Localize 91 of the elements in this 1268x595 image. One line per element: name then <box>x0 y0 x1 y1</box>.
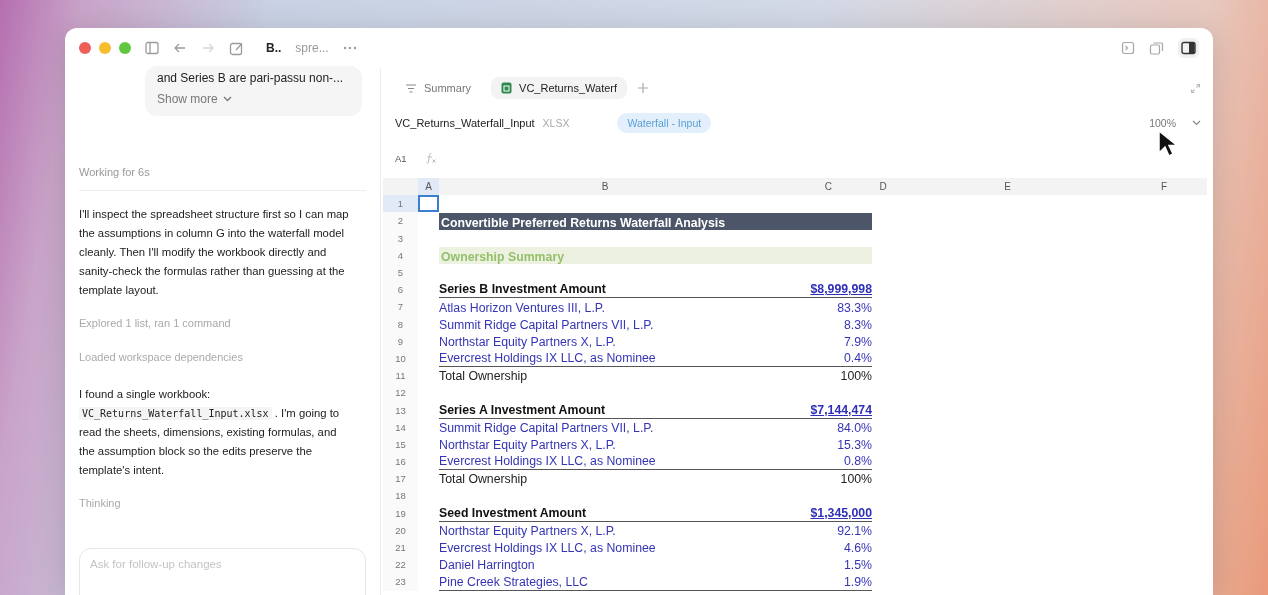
row-number[interactable]: 18 <box>383 487 418 505</box>
cell-reference: A1 <box>395 152 407 164</box>
chevron-down-icon <box>222 96 232 102</box>
sheet-tab[interactable]: VC_Returns_Waterf <box>491 77 628 99</box>
show-more-button[interactable]: Show more <box>157 92 232 106</box>
panel-icon <box>1181 41 1196 55</box>
file-name: VC_Returns_Waterfall_Input <box>395 117 535 129</box>
cursor-icon <box>1157 130 1177 158</box>
add-tab-icon[interactable] <box>637 82 650 94</box>
sheet-cell-text: 84.0% <box>836 419 872 436</box>
file-type: XLSX <box>542 117 570 129</box>
sheet-cell: 0.8% <box>771 453 872 471</box>
sheet-cell-text: Evercrest Holdings IX LLC, as Nominee <box>439 540 657 557</box>
sheet-cell: Pine Creek Strategies, LLC <box>439 573 771 591</box>
selected-cell[interactable] <box>418 195 439 213</box>
status-text: Loaded workspace dependencies <box>79 351 244 363</box>
window-title: B.. <box>266 41 282 55</box>
status-text: Thinking <box>79 497 122 509</box>
row-number[interactable]: 7 <box>383 298 418 316</box>
row-number[interactable]: 6 <box>383 281 418 299</box>
sheet-cell-text: Northstar Equity Partners X, L.P. <box>439 333 617 350</box>
row-number[interactable]: 23 <box>383 573 418 591</box>
back-arrow-icon[interactable] <box>173 41 187 55</box>
status-text: Working for 6s <box>79 166 366 191</box>
terminal-icon[interactable] <box>1121 41 1135 55</box>
minimize-button[interactable] <box>99 42 111 54</box>
expand-icon[interactable] <box>1190 82 1201 94</box>
sheet-cell-text: Summit Ridge Capital Partners VII, L.P. <box>439 419 655 436</box>
row-number[interactable]: 13 <box>383 401 418 419</box>
function-icon <box>424 152 436 164</box>
sheet-selector[interactable]: Waterfall - Input <box>617 113 712 133</box>
sheet-cell: Series B Investment Amount <box>439 281 771 299</box>
sheet-cell-text: 100% <box>839 368 872 385</box>
sidebar-icon[interactable] <box>145 41 159 55</box>
sheet-cell: Series A Investment Amount <box>439 401 771 419</box>
sheet-cell: Evercrest Holdings IX LLC, as Nominee <box>439 349 771 368</box>
sheet-cell: Ownership Summary <box>439 246 872 264</box>
zoom-level[interactable]: 100% <box>1149 117 1176 129</box>
forward-arrow-icon[interactable] <box>201 41 215 55</box>
more-icon[interactable] <box>342 46 357 50</box>
sheet-cell-text: Atlas Horizon Ventures III, L.P. <box>439 299 606 316</box>
sheet-cell: Convertible Preferred Returns Waterfall Analysis <box>439 212 872 230</box>
panel-toggle-button[interactable] <box>1178 38 1199 58</box>
sheet-cell: $1,345,000 <box>771 504 872 522</box>
sheet-cell-text: 4.6% <box>842 540 872 557</box>
column-header[interactable]: C <box>771 178 872 195</box>
follow-up-input[interactable]: Ask for follow-up changes <box>79 548 366 595</box>
row-number[interactable]: 17 <box>383 470 418 488</box>
sheet-cell-text: Summit Ridge Capital Partners VII, L.P. <box>439 316 655 333</box>
chevron-down-icon[interactable] <box>1192 120 1201 126</box>
message-paragraph: I found a single workbook: VC_Returns_Waterfall_Input.xlsx . I'm going to read the sheets, dimensions, existing formulas, and the assumption block so the edits preserve the template's intent. <box>79 387 341 478</box>
list-icon <box>405 82 417 94</box>
column-header[interactable]: D <box>872 178 894 195</box>
row-number[interactable]: 12 <box>383 384 418 402</box>
copy-icon[interactable] <box>1149 41 1164 55</box>
row-number[interactable]: 1 <box>383 195 418 213</box>
compose-icon[interactable] <box>229 40 244 56</box>
column-header[interactable]: F <box>1121 178 1207 195</box>
sheet-cell-text: 92.1% <box>836 522 872 539</box>
row-number[interactable]: 22 <box>383 556 418 574</box>
sheet-cell-text: 83.3% <box>836 299 872 316</box>
sheet-cell-text: 1.5% <box>842 557 872 574</box>
message-paragraph: I'll inspect the spreadsheet structure first so I can map the assumptions in column G into the waterfall model cleanly. Then I'll modify the workbook directly and sanity-check the formulas rather than guessing at the template layout. <box>79 207 350 298</box>
sheet-cell-text: Northstar Equity Partners X, L.P. <box>439 437 617 453</box>
sheet-cell-text: Total Ownership <box>439 368 529 385</box>
sheet-cell: 0.4% <box>771 349 872 368</box>
sheet-cell-text: 8.3% <box>842 316 872 333</box>
sheet-cell-text: 100% <box>839 471 872 488</box>
row-number[interactable]: 2 <box>383 212 418 230</box>
sheet-cell-text: 7.9% <box>842 333 872 350</box>
sheet-cell: $7,144,474 <box>771 401 872 419</box>
zoom-button[interactable] <box>119 42 131 54</box>
row-number[interactable]: 16 <box>383 453 418 471</box>
sheet-cell: 1.9% <box>771 573 872 591</box>
message-text: and Series B are pari-passu non-... <box>157 70 345 87</box>
sheet-cell: $8,999,998 <box>771 281 872 299</box>
sheet-cell-text: Northstar Equity Partners X, L.P. <box>439 522 617 539</box>
close-button[interactable] <box>79 42 91 54</box>
column-header[interactable]: E <box>894 178 1121 195</box>
column-header[interactable]: A <box>418 178 439 195</box>
status-text: Explored 1 list, ran 1 command <box>79 317 232 329</box>
sheet-cell: Evercrest Holdings IX LLC, as Nominee <box>439 453 771 471</box>
sheet-cell-text: 15.3% <box>836 437 872 453</box>
row-number[interactable]: 11 <box>383 367 418 385</box>
sheet-cell-text: Daniel Harrington <box>439 557 536 574</box>
sheet-cell: Seed Investment Amount <box>439 504 771 522</box>
sheet-tab[interactable]: Summary <box>395 77 482 99</box>
sheet-cell-text: Total Ownership <box>439 471 529 488</box>
spreadsheet-icon <box>501 82 513 94</box>
window-subtitle: spre... <box>295 41 329 55</box>
column-header[interactable]: B <box>439 178 771 195</box>
